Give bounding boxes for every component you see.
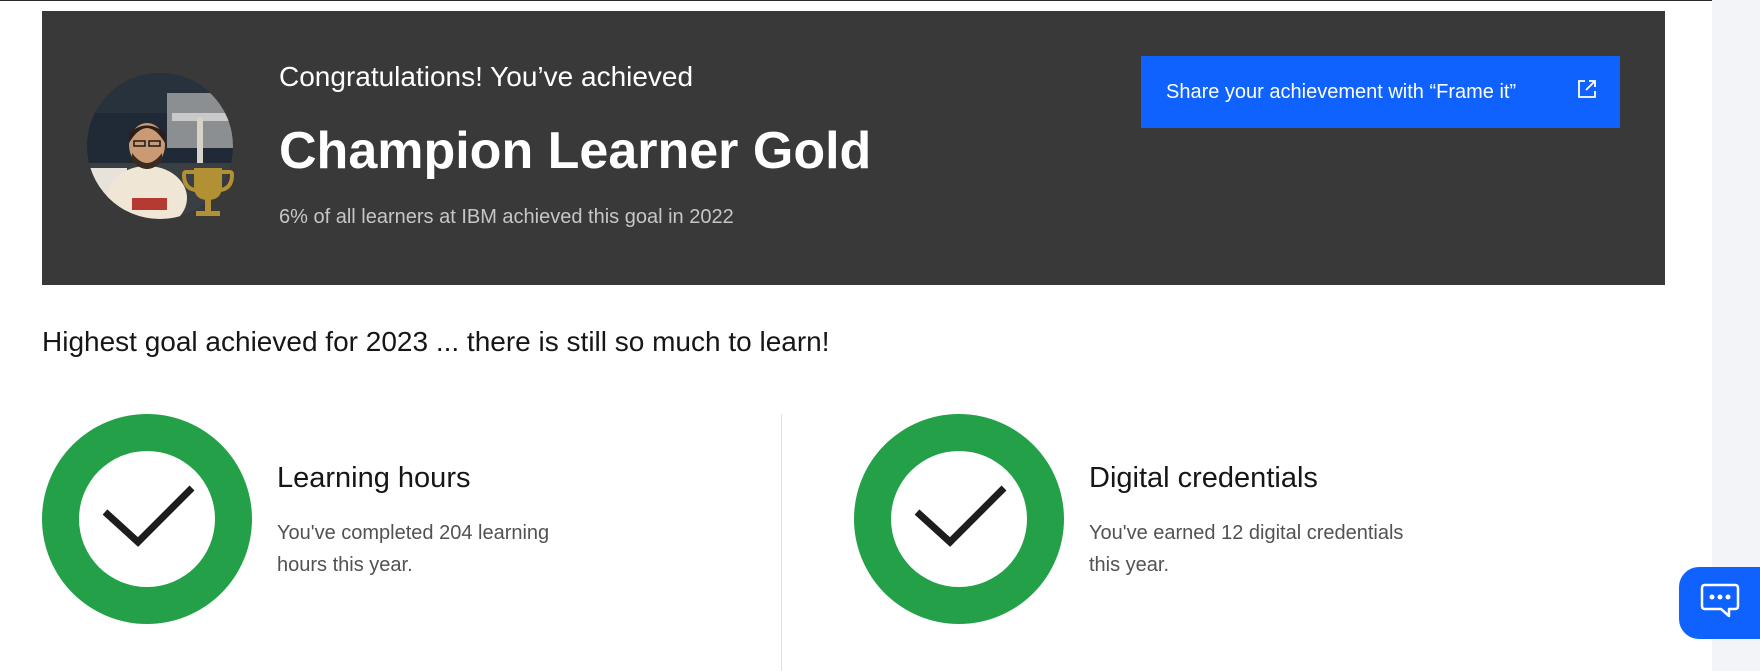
trophy-icon bbox=[181, 166, 235, 221]
section-subheading: Highest goal achieved for 2023 ... there… bbox=[42, 326, 830, 357]
checkmark-icon bbox=[854, 414, 1064, 624]
achievement-banner: Congratulations! You’ve achieved Champio… bbox=[42, 11, 1665, 285]
share-button-label: Share your achievement with “Frame it” bbox=[1166, 80, 1517, 103]
congratulations-text: Congratulations! You’ve achieved bbox=[279, 61, 694, 92]
chat-button[interactable] bbox=[1679, 567, 1760, 639]
share-achievement-button[interactable]: Share your achievement with “Frame it” bbox=[1141, 56, 1620, 128]
achievement-title: Champion Learner Gold bbox=[279, 122, 872, 180]
goal-divider bbox=[781, 414, 782, 671]
top-rule bbox=[0, 0, 1760, 1]
checkmark-icon bbox=[42, 414, 252, 624]
goal-card-learning-hours: Learning hours You've completed 204 lear… bbox=[42, 414, 742, 624]
external-link-icon bbox=[1576, 78, 1598, 106]
achievement-statistic: 6% of all learners at IBM achieved this … bbox=[279, 206, 734, 228]
goal-description: You've completed 204 learning hours this… bbox=[277, 522, 550, 576]
goal-title: Digital credentials bbox=[1089, 462, 1318, 494]
goal-description: You've earned 12 digital credentials thi… bbox=[1089, 522, 1404, 576]
goal-card-digital-credentials: Digital credentials You've earned 12 dig… bbox=[854, 414, 1554, 624]
goal-title: Learning hours bbox=[277, 462, 471, 494]
chat-bubble-icon bbox=[1699, 582, 1741, 625]
